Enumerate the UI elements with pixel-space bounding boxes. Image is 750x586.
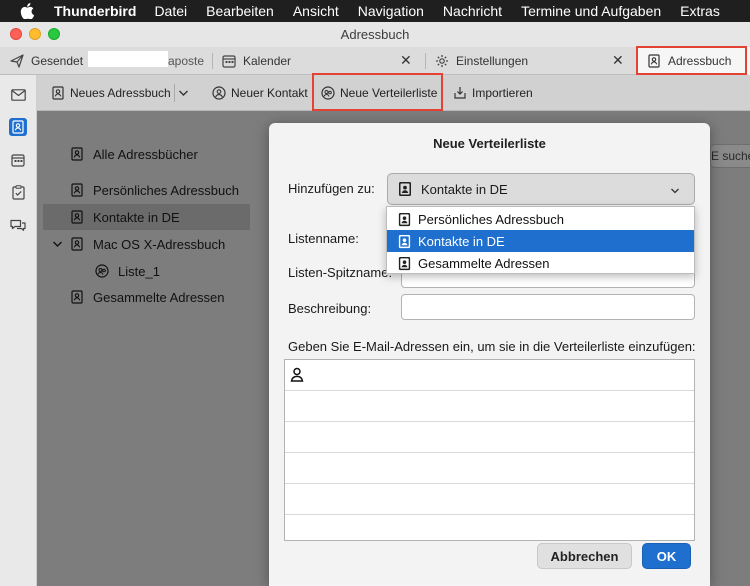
address-book-icon xyxy=(397,234,412,249)
import-label: Importieren xyxy=(472,86,533,100)
option-label: Persönliches Adressbuch xyxy=(418,211,564,227)
tree-item-collected[interactable]: Gesammelte Adressen xyxy=(70,284,225,310)
tree-item-label: Mac OS X-Adressbuch xyxy=(93,236,226,252)
address-book-icon xyxy=(70,210,84,224)
menu-bar: Thunderbird Datei Bearbeiten Ansicht Nav… xyxy=(0,0,750,22)
dropdown-option[interactable]: Gesammelte Adressen xyxy=(387,252,694,274)
menu-app-name[interactable]: Thunderbird xyxy=(54,3,136,19)
address-book-icon xyxy=(397,181,413,197)
send-icon xyxy=(10,54,24,68)
calendar-icon xyxy=(222,54,236,68)
tab-einstellungen[interactable]: Einstellungen xyxy=(435,47,630,75)
address-book-icon xyxy=(70,237,84,251)
tree-item-label: Alle Adressbücher xyxy=(93,146,198,162)
tab-kalender[interactable]: Kalender xyxy=(222,47,417,75)
tab-separator xyxy=(425,53,426,69)
import-icon xyxy=(453,86,467,100)
nickname-label: Listen-Spitzname: xyxy=(288,265,393,280)
address-book-icon[interactable] xyxy=(9,118,27,136)
address-book-select[interactable]: Kontakte in DE xyxy=(387,173,695,205)
mailing-list-icon xyxy=(95,264,109,278)
chat-icon[interactable] xyxy=(9,216,27,234)
new-address-book-button[interactable]: Neues Adressbuch xyxy=(51,75,171,111)
emails-instruction: Geben Sie E-Mail-Adressen ein, um sie in… xyxy=(288,339,696,354)
select-value: Kontakte in DE xyxy=(421,181,508,197)
close-icon[interactable]: ✕ xyxy=(612,52,624,69)
import-button[interactable]: Importieren xyxy=(453,75,533,111)
tab-label-suffix: aposte xyxy=(168,54,205,68)
address-book-toolbar: Neues Adressbuch Neuer Kontakt Neue Vert… xyxy=(37,73,750,111)
menu-extras[interactable]: Extras xyxy=(680,3,720,19)
dropdown-option-selected[interactable]: Kontakte in DE xyxy=(387,230,694,252)
tree-item-label: Kontakte in DE xyxy=(93,209,180,225)
address-book-icon xyxy=(70,147,84,161)
person-icon xyxy=(290,367,304,385)
mail-icon[interactable] xyxy=(9,86,27,104)
tree-item-personal[interactable]: Persönliches Adressbuch xyxy=(70,177,239,203)
dialog-title: Neue Verteilerliste xyxy=(433,136,546,151)
calendar-icon[interactable] xyxy=(9,151,27,169)
tree-item-kontakte-de[interactable]: Kontakte in DE xyxy=(70,204,180,230)
cancel-button[interactable]: Abbrechen xyxy=(537,543,632,569)
menu-datei[interactable]: Datei xyxy=(154,3,187,19)
menu-termine[interactable]: Termine und Aufgaben xyxy=(521,3,661,19)
tasks-icon[interactable] xyxy=(9,183,27,201)
spaces-toolbar xyxy=(0,75,37,586)
menu-navigation[interactable]: Navigation xyxy=(358,3,424,19)
email-row[interactable] xyxy=(285,391,694,422)
address-book-icon xyxy=(397,212,412,227)
add-to-label: Hinzufügen zu: xyxy=(288,181,375,196)
close-icon[interactable]: ✕ xyxy=(400,52,412,69)
apple-icon[interactable] xyxy=(20,3,36,19)
description-field[interactable] xyxy=(401,294,695,320)
tree-item-all[interactable]: Alle Adressbücher xyxy=(70,141,198,167)
toolbar-separator xyxy=(174,84,175,102)
option-label: Kontakte in DE xyxy=(418,233,505,249)
menu-ansicht[interactable]: Ansicht xyxy=(293,3,339,19)
email-address-list[interactable] xyxy=(284,359,695,541)
tab-bar: Gesendet aposte Kalender ✕ Einstellungen… xyxy=(0,46,750,75)
menu-bearbeiten[interactable]: Bearbeiten xyxy=(206,3,274,19)
address-book-icon xyxy=(397,256,412,271)
tab-label: Gesendet xyxy=(31,54,84,68)
chevron-down-icon xyxy=(670,184,680,194)
new-contact-icon xyxy=(212,86,226,100)
window-title: Adressbuch xyxy=(340,27,410,42)
menu-nachricht[interactable]: Nachricht xyxy=(443,3,502,19)
tree-item-label: Persönliches Adressbuch xyxy=(93,182,239,198)
highlight-box xyxy=(636,46,747,75)
list-name-label: Listenname: xyxy=(288,231,359,246)
new-contact-button[interactable]: Neuer Kontakt xyxy=(212,75,308,111)
highlight-box xyxy=(312,73,443,111)
dropdown-option[interactable]: Persönliches Adressbuch xyxy=(387,208,694,230)
address-book-icon xyxy=(70,183,84,197)
option-label: Gesammelte Adressen xyxy=(418,255,550,271)
tree-item-liste-1[interactable]: Liste_1 xyxy=(95,258,160,284)
address-book-icon xyxy=(70,290,84,304)
tree-item-macos[interactable]: Mac OS X-Adressbuch xyxy=(52,231,225,257)
tab-label: Einstellungen xyxy=(456,54,529,68)
chevron-down-icon[interactable] xyxy=(52,240,64,248)
window-titlebar: Adressbuch xyxy=(0,22,750,47)
search-input[interactable]: E suche xyxy=(710,144,750,168)
redacted-area xyxy=(88,51,168,67)
ok-button[interactable]: OK xyxy=(642,543,691,569)
tab-label: Kalender xyxy=(243,54,292,68)
chevron-down-icon[interactable] xyxy=(178,75,189,111)
new-list-dialog: Neue Verteilerliste Hinzufügen zu: Konta… xyxy=(269,123,710,586)
email-row[interactable] xyxy=(285,422,694,453)
new-contact-label: Neuer Kontakt xyxy=(231,86,308,100)
email-row[interactable] xyxy=(285,360,694,391)
address-book-icon xyxy=(51,86,65,100)
gear-icon xyxy=(435,54,449,68)
description-label: Beschreibung: xyxy=(288,301,372,316)
new-address-book-label: Neues Adressbuch xyxy=(70,86,171,100)
address-book-dropdown: Persönliches Adressbuch Kontakte in DE G… xyxy=(386,206,695,274)
email-row[interactable] xyxy=(285,484,694,515)
tree-item-label: Liste_1 xyxy=(118,263,160,279)
tree-item-label: Gesammelte Adressen xyxy=(93,289,225,305)
email-row[interactable] xyxy=(285,453,694,484)
tab-separator xyxy=(212,53,213,69)
